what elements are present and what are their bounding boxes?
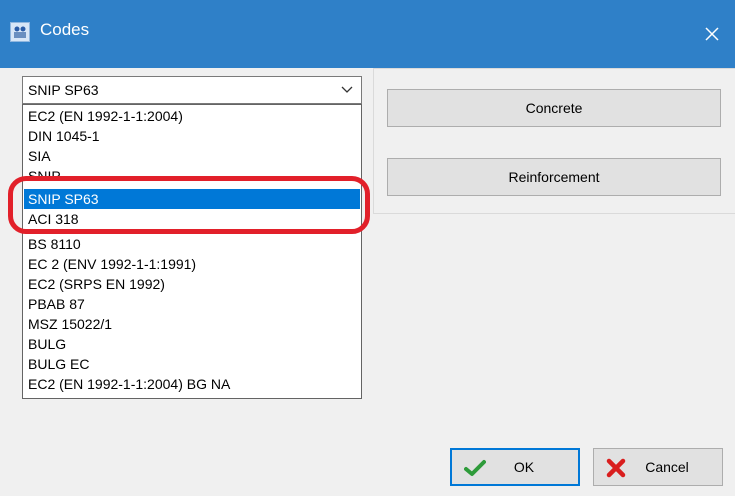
list-item[interactable]: BS 8110 <box>24 234 360 254</box>
combo-selected-value: SNIP SP63 <box>28 82 99 98</box>
list-item-selected[interactable]: SNIP SP63 <box>24 189 360 209</box>
cancel-button-label: Cancel <box>645 459 689 475</box>
list-item[interactable]: EC2 (EN 1992-1-1:2004) <box>24 106 360 126</box>
list-item[interactable]: BULG <box>24 334 360 354</box>
reinforcement-button[interactable]: Reinforcement <box>387 158 721 196</box>
code-combobox[interactable]: SNIP SP63 <box>22 76 362 104</box>
ok-button-label: OK <box>513 459 535 475</box>
concrete-button-label: Concrete <box>525 100 583 116</box>
concrete-button[interactable]: Concrete <box>387 89 721 127</box>
ok-button[interactable]: OK <box>450 448 580 486</box>
list-item[interactable]: ACI 318 <box>24 209 360 229</box>
chevron-down-icon <box>341 86 353 93</box>
title-bar: Codes <box>0 0 735 68</box>
list-item[interactable]: SNIP <box>24 166 360 186</box>
list-item[interactable]: DIN 1045-1 <box>24 126 360 146</box>
cancel-button[interactable]: Cancel <box>593 448 723 486</box>
close-button[interactable] <box>689 0 735 68</box>
reinforcement-button-label: Reinforcement <box>508 169 600 185</box>
list-item[interactable]: EC2 (EN 1992-1-1:2004) BG NA <box>24 374 360 394</box>
list-item[interactable]: BULG EC <box>24 354 360 374</box>
code-dropdown-list[interactable]: EC2 (EN 1992-1-1:2004) DIN 1045-1 SIA SN… <box>22 104 362 399</box>
checkmark-icon <box>464 460 486 476</box>
close-icon <box>705 27 719 41</box>
list-item[interactable]: EC2 (SRPS EN 1992) <box>24 274 360 294</box>
app-icon <box>10 22 30 42</box>
window-title: Codes <box>40 20 90 39</box>
list-item[interactable]: SIA <box>24 146 360 166</box>
red-x-icon <box>606 458 626 478</box>
list-item[interactable]: PBAB 87 <box>24 294 360 314</box>
list-item[interactable]: MSZ 15022/1 <box>24 314 360 334</box>
list-item[interactable]: EC 2 (ENV 1992-1-1:1991) <box>24 254 360 274</box>
